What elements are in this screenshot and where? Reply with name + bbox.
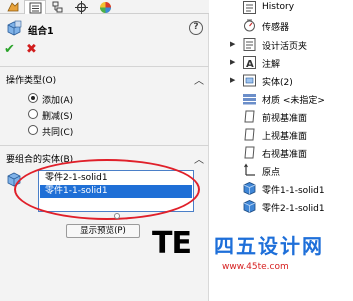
material-icon xyxy=(243,94,256,105)
dimxpert-tab[interactable] xyxy=(70,0,92,14)
watermark-logo: TE xyxy=(152,226,192,261)
history-icon xyxy=(243,1,256,14)
annotation-icon: A xyxy=(243,56,256,70)
propertymanager-tab[interactable] xyxy=(24,0,46,14)
tree-node-label: 原点 xyxy=(262,168,281,178)
expand-arrow-icon[interactable]: ▶ xyxy=(230,58,235,66)
combine-feature-icon xyxy=(7,20,22,36)
bodies-selection-box[interactable]: 零件2-1-solid1 零件1-1-solid1 xyxy=(38,170,194,212)
watermark-url: www.45te.com xyxy=(222,262,289,272)
tree-node-label: 材质 <未指定> xyxy=(262,96,325,106)
tree-node-label: 上视基准面 xyxy=(262,132,308,142)
tree-node-label: 传感器 xyxy=(262,23,290,33)
expand-arrow-icon[interactable]: ▶ xyxy=(230,76,235,84)
plane-icon xyxy=(244,110,255,123)
tree-node-label: 零件2-1-solid1 xyxy=(262,204,325,214)
collapse-chevron-icon[interactable]: ︿ xyxy=(194,72,204,87)
dimxpert-icon xyxy=(74,0,88,14)
ok-button[interactable]: ✔ xyxy=(4,43,15,56)
bodies-section-header[interactable]: 要组合的实体(B) ︿ xyxy=(6,151,204,166)
feature-title-row: 组合1 ? xyxy=(6,20,206,38)
expand-arrow-icon[interactable]: ▶ xyxy=(230,40,235,48)
configuration-tab[interactable] xyxy=(46,0,68,14)
part-body-icon xyxy=(243,200,256,213)
features-tab[interactable] xyxy=(2,0,24,14)
selection-item-body-2[interactable]: 零件2-1-solid1 xyxy=(40,172,192,185)
tree-node-label: 前视基准面 xyxy=(262,114,308,124)
tree-node-label: 设计活页夹 xyxy=(262,42,308,52)
sensor-icon xyxy=(244,19,255,32)
part-body-icon xyxy=(243,182,256,195)
svg-text:A: A xyxy=(246,59,254,70)
manager-tabbar xyxy=(0,0,209,14)
tree-node-label: 注解 xyxy=(262,60,281,70)
solid-bodies-icon xyxy=(243,74,256,87)
cancel-button[interactable]: ✖ xyxy=(26,43,37,56)
display-tab[interactable] xyxy=(94,0,116,14)
show-preview-button[interactable]: 显示预览(P) xyxy=(66,224,140,238)
origin-icon xyxy=(244,163,255,176)
site-watermark: TE 四五设计网 www.45te.com xyxy=(152,226,353,301)
bodies-section-title: 要组合的实体(B) xyxy=(6,155,74,165)
list-resize-handle[interactable] xyxy=(114,213,120,219)
radio-button[interactable] xyxy=(28,93,38,103)
radio-label: 添加(A) xyxy=(42,96,74,106)
configuration-manager-icon xyxy=(52,1,62,13)
section-divider xyxy=(0,66,209,67)
feature-manager-icon xyxy=(7,2,19,12)
radio-button[interactable] xyxy=(28,109,38,119)
radio-label: 删减(S) xyxy=(42,112,73,122)
feature-title: 组合1 xyxy=(28,26,54,37)
help-button[interactable]: ? xyxy=(189,21,203,35)
radio-label: 共同(C) xyxy=(42,128,74,138)
operation-type-title: 操作类型(O) xyxy=(6,76,57,86)
design-binder-icon xyxy=(243,38,256,51)
tree-node-label: 右视基准面 xyxy=(262,150,308,160)
radio-button[interactable] xyxy=(28,125,38,135)
collapse-chevron-icon[interactable]: ︿ xyxy=(194,151,204,166)
plane-icon xyxy=(244,146,255,159)
watermark-site-name: 四五设计网 xyxy=(214,234,324,258)
selection-item-body-1[interactable]: 零件1-1-solid1 xyxy=(40,185,192,198)
property-manager-icon xyxy=(29,2,41,13)
tree-node-label: 实体(2) xyxy=(262,78,293,88)
tree-node-label: 零件1-1-solid1 xyxy=(262,186,325,196)
operation-type-section-header[interactable]: 操作类型(O) ︿ xyxy=(6,72,204,87)
section-divider xyxy=(0,145,209,146)
solid-body-icon xyxy=(7,172,21,187)
plane-icon xyxy=(244,128,255,141)
tree-node-label: History xyxy=(262,2,295,12)
display-manager-icon xyxy=(99,1,111,13)
